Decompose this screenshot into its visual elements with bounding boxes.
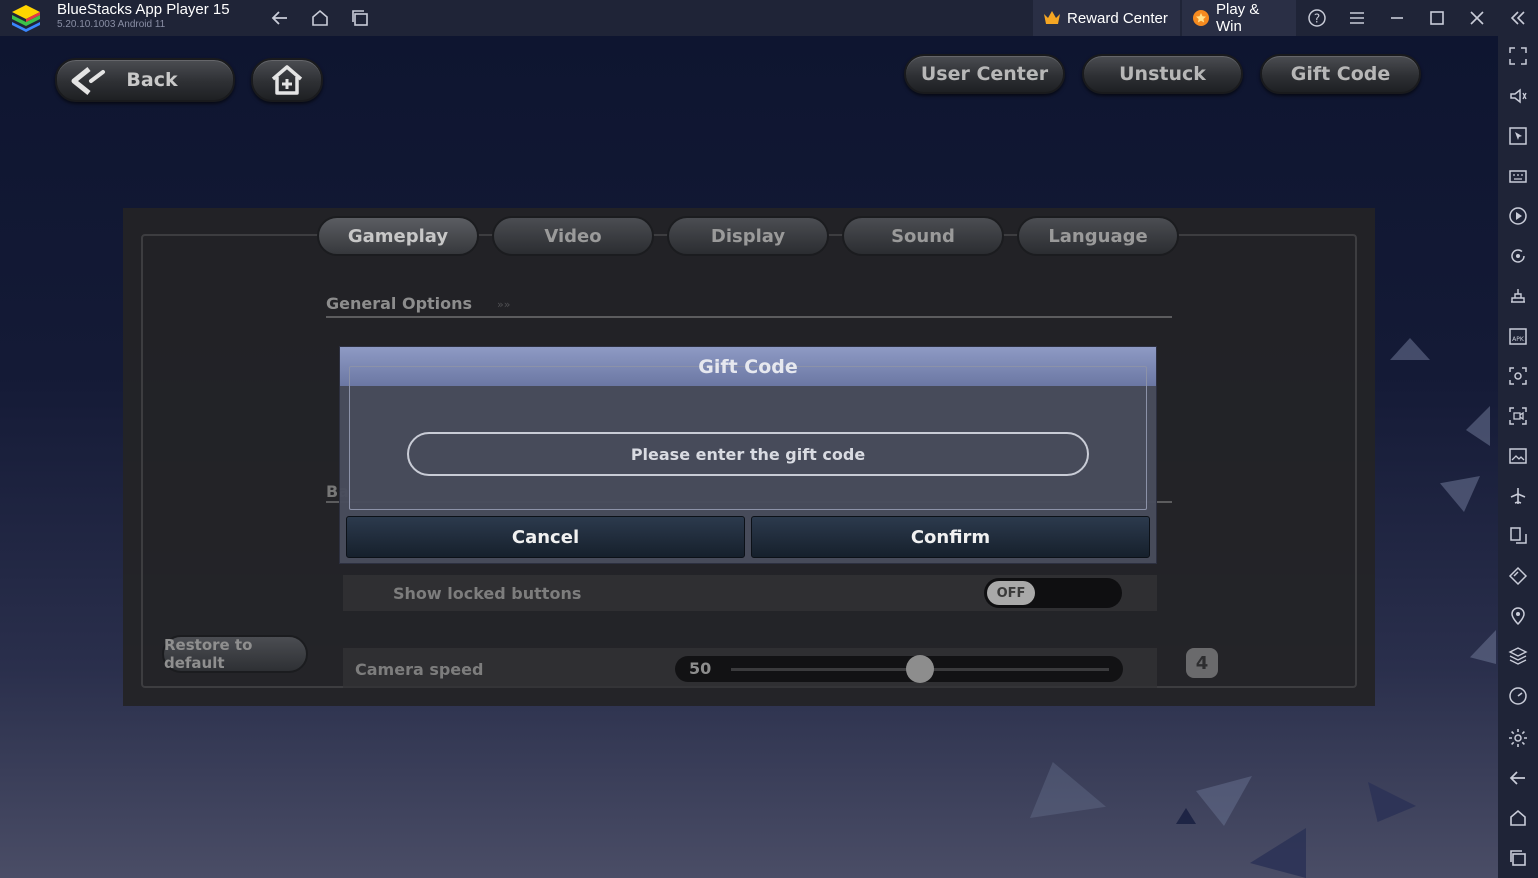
cancel-button[interactable]: Cancel — [346, 516, 745, 558]
cancel-label: Cancel — [511, 526, 580, 548]
title-bar: BlueStacks App Player 15 5.20.10.1003 An… — [0, 0, 1538, 36]
performance-icon[interactable] — [1506, 684, 1530, 708]
bluestacks-logo-icon — [12, 5, 40, 32]
minimize-icon[interactable] — [1383, 4, 1411, 32]
number-badge: 4 — [1186, 648, 1218, 678]
tab-sound[interactable]: Sound — [842, 216, 1004, 256]
location-icon[interactable] — [1506, 604, 1530, 628]
svg-text:APK: APK — [1512, 336, 1525, 343]
back-arrow-icon[interactable] — [266, 4, 294, 32]
camera-speed-value: 50 — [689, 659, 712, 678]
tab-gameplay-label: Gameplay — [347, 225, 449, 247]
dialog-title: Gift Code — [698, 356, 798, 378]
tab-video-label: Video — [544, 225, 602, 247]
tab-video[interactable]: Video — [492, 216, 654, 256]
android-home-icon[interactable] — [1506, 806, 1530, 830]
home-icon[interactable] — [306, 4, 334, 32]
slider-handle[interactable] — [906, 655, 934, 683]
recent-apps-icon[interactable] — [346, 4, 374, 32]
media-folder-icon[interactable] — [1506, 444, 1530, 468]
user-center-button[interactable]: User Center — [904, 54, 1065, 94]
eco-mode-icon[interactable] — [1506, 564, 1530, 588]
gift-code-placeholder: Please enter the gift code — [630, 444, 866, 464]
unstuck-button[interactable]: Unstuck — [1082, 54, 1243, 94]
user-center-label: User Center — [920, 63, 1049, 85]
gift-code-label: Gift Code — [1290, 63, 1391, 85]
background-shard — [1368, 782, 1416, 822]
background-shard — [1030, 762, 1106, 818]
game-back-button[interactable]: Back — [55, 58, 235, 102]
section-divider — [326, 316, 1172, 318]
close-icon[interactable] — [1463, 4, 1491, 32]
svg-text:?: ? — [1314, 12, 1320, 26]
fullscreen-icon[interactable] — [1506, 44, 1530, 68]
show-locked-label: Show locked buttons — [393, 584, 582, 603]
confirm-button[interactable]: Confirm — [751, 516, 1150, 558]
reward-center-label: Reward Center — [1067, 9, 1168, 27]
play-win-button[interactable]: Play & Win — [1182, 0, 1296, 36]
collapse-sidebar-icon[interactable] — [1504, 4, 1532, 32]
airplane-mode-icon[interactable] — [1506, 484, 1530, 508]
help-icon[interactable]: ? — [1303, 4, 1331, 32]
play-win-label: Play & Win — [1216, 1, 1260, 35]
background-shard — [1470, 630, 1496, 664]
screen-record-icon[interactable] — [1506, 404, 1530, 428]
home-plus-icon — [271, 65, 303, 95]
tab-gameplay[interactable]: Gameplay — [317, 216, 479, 256]
menu-icon[interactable] — [1343, 4, 1371, 32]
app-name: BlueStacks App Player 15 — [57, 1, 230, 18]
right-sidebar: APK — [1498, 36, 1538, 878]
game-home-button[interactable] — [251, 58, 323, 102]
show-locked-toggle[interactable]: OFF — [984, 578, 1122, 608]
camera-speed-slider[interactable]: 50 — [675, 655, 1123, 683]
gift-code-input[interactable]: Please enter the gift code — [407, 432, 1089, 476]
gift-code-dialog: Gift Code Please enter the gift code Can… — [340, 347, 1156, 563]
background-shard — [1440, 476, 1480, 512]
background-shard — [1196, 776, 1252, 826]
android-recents-icon[interactable] — [1506, 846, 1530, 870]
coin-icon — [1192, 9, 1210, 27]
screenshot-icon[interactable] — [1506, 364, 1530, 388]
cursor-icon[interactable] — [1506, 124, 1530, 148]
crown-icon — [1043, 9, 1061, 27]
reward-center-button[interactable]: Reward Center — [1033, 0, 1180, 36]
background-shard — [1250, 828, 1306, 878]
tab-language-label: Language — [1048, 225, 1148, 247]
tab-language[interactable]: Language — [1017, 216, 1179, 256]
background-shard — [1390, 338, 1430, 360]
settings-gear-icon[interactable] — [1506, 726, 1530, 750]
gift-code-button[interactable]: Gift Code — [1260, 54, 1421, 94]
rotate-icon[interactable] — [1506, 244, 1530, 268]
chevrons-right-icon: »» — [497, 298, 511, 311]
section-title-general: General Options — [326, 294, 473, 313]
multi-instance-icon[interactable] — [1506, 524, 1530, 548]
restore-default-button[interactable]: Restore to default — [162, 635, 308, 673]
restore-default-label: Restore to default — [164, 636, 253, 672]
layers-icon[interactable] — [1506, 644, 1530, 668]
confirm-label: Confirm — [910, 526, 991, 548]
game-back-label: Back — [126, 69, 178, 91]
background-shard — [1466, 406, 1490, 446]
app-version: 5.20.10.1003 Android 11 — [57, 19, 166, 30]
apk-install-icon[interactable]: APK — [1506, 324, 1530, 348]
android-back-icon[interactable] — [1506, 766, 1530, 790]
volume-icon[interactable] — [1506, 84, 1530, 108]
tab-display[interactable]: Display — [667, 216, 829, 256]
unstuck-label: Unstuck — [1119, 63, 1206, 85]
game-viewport: Back User Center Unstuck Gift Code Gamep… — [0, 36, 1498, 878]
toggle-knob: OFF — [987, 581, 1035, 605]
double-chevron-left-icon — [71, 67, 105, 95]
tab-sound-label: Sound — [891, 225, 955, 247]
macro-play-icon[interactable] — [1506, 204, 1530, 228]
keyboard-icon[interactable] — [1506, 164, 1530, 188]
camera-speed-label: Camera speed — [355, 660, 484, 679]
game-controls-icon[interactable] — [1506, 284, 1530, 308]
tab-display-label: Display — [710, 225, 786, 247]
maximize-icon[interactable] — [1423, 4, 1451, 32]
background-shard — [1176, 808, 1196, 824]
